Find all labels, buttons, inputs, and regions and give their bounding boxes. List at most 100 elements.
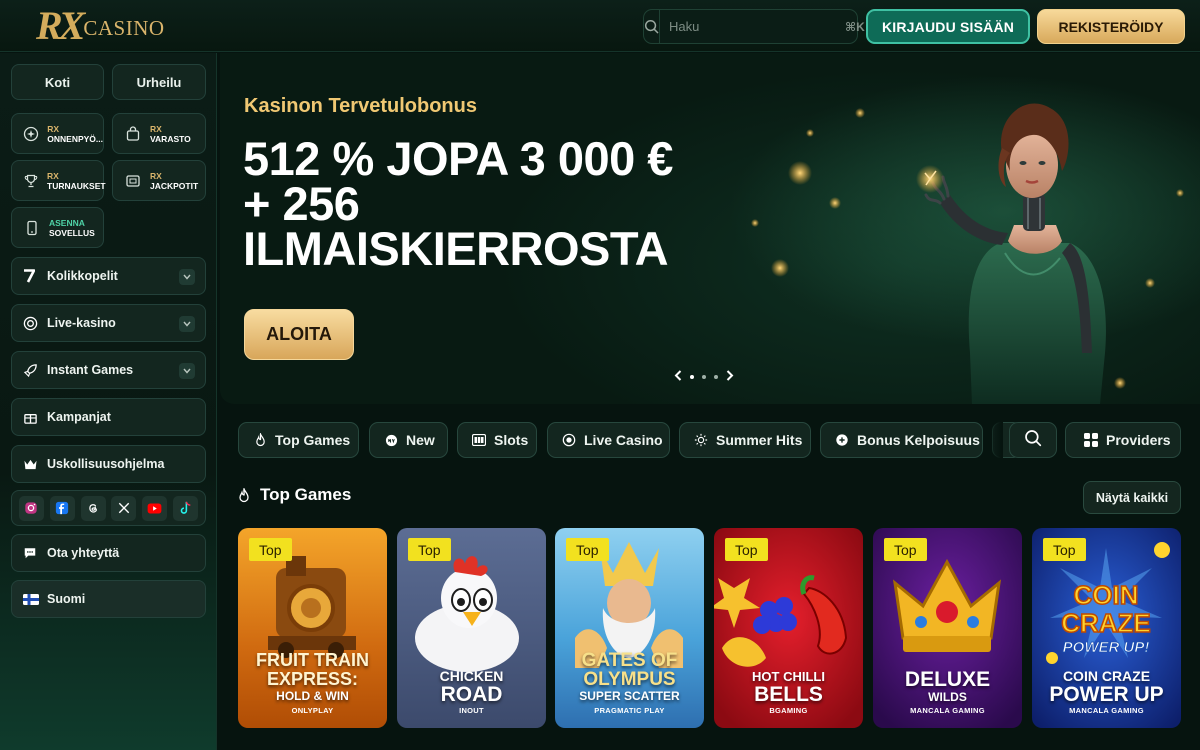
top-badge: Top — [725, 538, 768, 561]
tab-top-games[interactable]: Top Games — [238, 422, 359, 458]
trophy-icon — [23, 172, 39, 190]
logo-rx-mark: RX — [36, 3, 85, 48]
providers-label: Providers — [1106, 432, 1171, 448]
tile-label: ONNENPYÖ... — [47, 133, 103, 144]
tab-summer-hits[interactable]: Summer Hits — [679, 422, 811, 458]
facebook-icon[interactable] — [49, 495, 75, 521]
game-title-line-1: CHICKEN — [439, 668, 504, 684]
game-card[interactable]: Top DELUXE WILDS MANCALA GAMING — [873, 528, 1022, 728]
search-bar[interactable]: ⌘K — [643, 9, 865, 44]
carousel-prev-icon[interactable] — [674, 368, 682, 386]
tab-bonus-eligible[interactable]: Bonus Kelpoisuus — [820, 422, 983, 458]
game-card[interactable]: Top FRUIT TRAIN EXPRESS: HOLD & WIN ONLY… — [238, 528, 387, 728]
sidebar-tile-wheel[interactable]: RX ONNENPYÖ... — [11, 113, 104, 154]
bonus-icon — [835, 433, 849, 447]
top-badge: Top — [884, 538, 927, 561]
tab-label: Bonus Kelpoisuus — [857, 432, 980, 448]
youtube-icon[interactable] — [142, 495, 168, 521]
carousel-dot[interactable] — [702, 375, 706, 379]
hero-woman-illustration — [751, 103, 1184, 404]
instagram-icon[interactable] — [18, 495, 44, 521]
tile-prefix: RX — [150, 170, 162, 181]
threads-icon[interactable] — [80, 495, 106, 521]
sidebar-tile-storage[interactable]: RX VARASTO — [112, 113, 206, 154]
tile-label: VARASTO — [150, 133, 191, 144]
game-provider: PRAGMATIC PLAY — [594, 706, 665, 715]
carousel-dot[interactable] — [690, 375, 694, 379]
top-badge: Top — [249, 538, 292, 561]
game-title-line-2: WILDS — [928, 690, 967, 704]
top-badge: Top — [1043, 538, 1086, 561]
hero-title: 512 % JOPA 3 000 € + 256 ILMAISKIERROSTA — [243, 132, 673, 275]
carousel-next-icon[interactable] — [726, 368, 734, 386]
chip-icon — [562, 433, 576, 447]
sidebar-tile-tournaments[interactable]: RX TURNAUKSET — [11, 160, 106, 201]
chevron-down-icon[interactable] — [179, 316, 195, 332]
section-title-text: Top Games — [260, 485, 352, 504]
providers-button[interactable]: Providers — [1065, 422, 1181, 458]
game-title-line-3: HOLD & WIN — [276, 689, 349, 703]
login-button[interactable]: KIRJAUDU SISÄÄN — [866, 9, 1030, 44]
game-title-line-1: COIN CRAZE — [1062, 668, 1151, 684]
game-provider: BGAMING — [769, 706, 808, 715]
logo-wordmark: CASINO — [83, 16, 165, 40]
tile-label: JACKPOTIT — [150, 180, 199, 191]
search-input[interactable] — [660, 10, 845, 43]
sidebar-tile-install-app[interactable]: ASENNA SOVELLUS — [11, 207, 104, 248]
tab-label: Top Games — [275, 432, 351, 448]
chevron-down-icon[interactable] — [179, 269, 195, 285]
sidebar-home-button[interactable]: Koti — [11, 64, 104, 100]
tab-label: Slots — [494, 432, 529, 448]
sun-icon — [694, 433, 708, 447]
tab-new[interactable]: New — [369, 422, 448, 458]
sidebar-item-label: Instant Games — [47, 363, 134, 377]
tab-live-casino[interactable]: Live Casino — [547, 422, 670, 458]
slots-icon — [472, 433, 486, 447]
chip-icon — [23, 316, 41, 331]
game-card[interactable]: Top GATES OF OLYMPUS SUPER SCATTER PRAGM… — [555, 528, 704, 728]
tile-label: SOVELLUS — [49, 227, 95, 238]
game-title-line-1: DELUXE — [904, 668, 991, 691]
game-card[interactable]: Top HOT CHILLI BELLS BGAMING — [714, 528, 863, 728]
jackpot-icon — [124, 172, 142, 190]
game-search-button[interactable] — [1009, 422, 1057, 458]
game-provider: MANCALA GAMING — [1069, 706, 1144, 715]
new-icon — [384, 433, 398, 447]
sidebar-item-contact[interactable]: Ota yhteyttä — [11, 534, 206, 572]
chevron-down-icon[interactable] — [179, 363, 195, 379]
game-title-line-3: SUPER SCATTER — [579, 689, 680, 703]
tiktok-icon[interactable] — [173, 495, 199, 521]
game-title-line-2: POWER UP — [1049, 683, 1164, 706]
svg-text:COIN: COIN — [1074, 580, 1139, 610]
game-title-line-2: EXPRESS: — [266, 669, 359, 689]
top-header: RX CASINO ⌘K KIRJAUDU SISÄÄN REKISTERÖID… — [0, 0, 1200, 52]
game-card[interactable]: COIN CRAZE POWER UP! Top COIN CRAZE POWE… — [1032, 528, 1181, 728]
phone-icon — [23, 219, 41, 237]
hero-banner[interactable]: Kasinon Tervetulobonus 512 % JOPA 3 000 … — [220, 53, 1200, 404]
hero-subtitle: Kasinon Tervetulobonus — [244, 95, 477, 117]
tabs-fade-edge — [985, 420, 1003, 460]
sidebar-item-instant-games[interactable]: Instant Games — [11, 351, 206, 389]
game-card[interactable]: Top CHICKEN ROAD INOUT — [397, 528, 546, 728]
game-title-line-2: OLYMPUS — [583, 669, 676, 690]
sidebar-sports-button[interactable]: Urheilu — [112, 64, 206, 100]
hero-start-button[interactable]: ALOITA — [244, 309, 354, 360]
tab-slots[interactable]: Slots — [457, 422, 537, 458]
x-icon[interactable] — [111, 495, 137, 521]
finland-flag-icon — [23, 593, 41, 605]
sidebar-item-loyalty[interactable]: Uskollisuusohjelma — [11, 445, 206, 483]
wheel-icon — [23, 125, 39, 143]
sidebar-item-promotions[interactable]: Kampanjat — [11, 398, 206, 436]
register-button[interactable]: REKISTERÖIDY — [1037, 9, 1185, 44]
casino-logo[interactable]: RX CASINO — [36, 6, 165, 46]
game-title-line-1: HOT CHILLI — [752, 669, 825, 684]
sidebar-item-slots[interactable]: Kolikkopelit — [11, 257, 206, 295]
sidebar-tile-jackpots[interactable]: RX JACKPOTIT — [112, 160, 206, 201]
gift-icon — [23, 410, 41, 425]
sidebar-item-live-casino[interactable]: Live-kasino — [11, 304, 206, 342]
language-selector[interactable]: Suomi — [11, 580, 206, 618]
rocket-icon — [23, 363, 41, 378]
game-title-line-1: GATES OF — [581, 650, 678, 671]
show-all-button[interactable]: Näytä kaikki — [1083, 481, 1181, 514]
carousel-dot[interactable] — [714, 375, 718, 379]
